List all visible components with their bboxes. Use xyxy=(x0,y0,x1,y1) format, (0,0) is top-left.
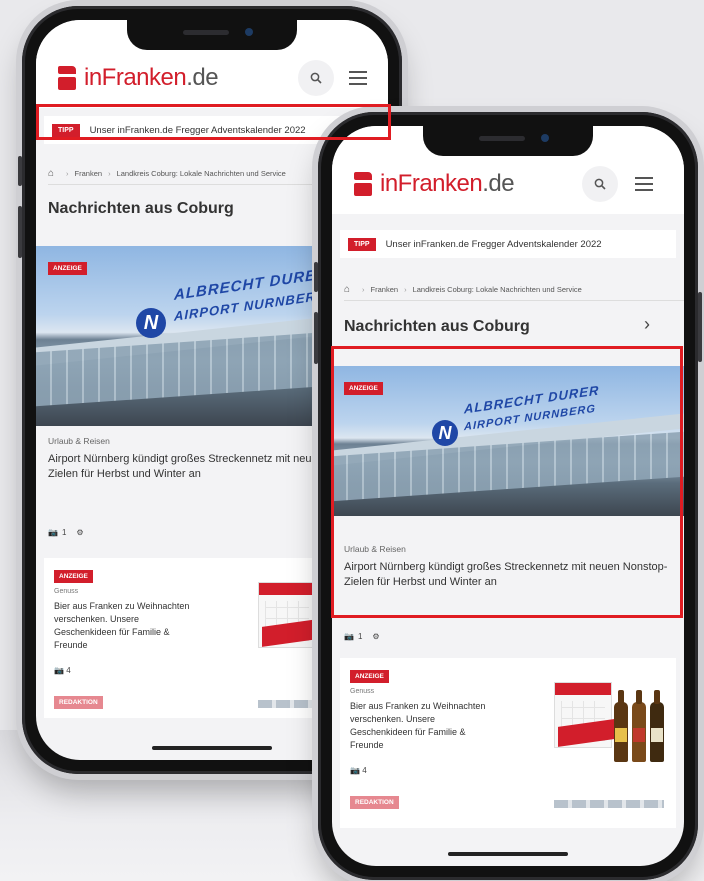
paywall-icon: ⚙ xyxy=(372,632,380,641)
photo-count: 4 xyxy=(362,766,367,775)
phone-left-button xyxy=(18,206,22,258)
search-button[interactable] xyxy=(582,166,618,202)
search-icon xyxy=(594,178,606,190)
phone-right-button xyxy=(314,262,318,292)
promo-image[interactable] xyxy=(550,668,668,768)
airport-logo: N xyxy=(136,308,166,338)
promo-title[interactable]: Bier aus Franken zu Weihnachten verschen… xyxy=(350,700,500,752)
promo-meta: 📷 4 xyxy=(54,666,71,675)
editorial-badge: REDAKTION xyxy=(350,796,399,809)
search-icon xyxy=(310,72,322,84)
article-meta: 📷 1 ⚙ xyxy=(344,632,380,641)
editorial-badge: REDAKTION xyxy=(54,696,103,709)
camera-icon: 📷 xyxy=(48,528,58,537)
logo-mark-icon xyxy=(354,172,374,196)
promo-card[interactable]: ANZEIGE Genuss Bier aus Franken zu Weihn… xyxy=(340,658,676,828)
search-button[interactable] xyxy=(298,60,334,96)
home-indicator xyxy=(448,852,568,856)
camera-icon: 📷 xyxy=(350,766,360,775)
phone-right-power-button xyxy=(698,292,702,362)
phone-left-button xyxy=(18,156,22,186)
menu-button[interactable] xyxy=(340,60,376,96)
logo-text: inFranken.de xyxy=(84,64,219,91)
menu-button[interactable] xyxy=(626,166,662,202)
promo-title[interactable]: Bier aus Franken zu Weihnachten verschen… xyxy=(54,600,204,652)
breadcrumb: ⌂ › Franken › Landkreis Coburg: Lokale N… xyxy=(344,278,684,301)
site-logo[interactable]: inFranken.de xyxy=(354,170,515,198)
home-icon[interactable]: ⌂ xyxy=(48,168,54,179)
promo-ad-badge: ANZEIGE xyxy=(350,670,389,683)
home-icon[interactable]: ⌂ xyxy=(344,284,350,295)
ad-badge: ANZEIGE xyxy=(48,262,87,275)
section-title[interactable]: Nachrichten aus Coburg xyxy=(344,318,530,336)
logo-mark-icon xyxy=(58,66,78,90)
photo-count: 1 xyxy=(357,632,363,641)
phone-left-notch xyxy=(127,20,297,50)
highlight-hero-article xyxy=(331,346,683,618)
photo-count: 1 xyxy=(61,528,67,537)
breadcrumb-item[interactable]: Franken xyxy=(75,169,103,178)
phone-right-button xyxy=(314,312,318,364)
article-kicker: Urlaub & Reisen xyxy=(48,436,110,446)
logo-text: inFranken.de xyxy=(380,170,515,197)
promo-kicker: Genuss xyxy=(350,688,375,695)
hamburger-menu-icon xyxy=(349,71,367,85)
site-logo[interactable]: inFranken.de xyxy=(58,64,219,92)
phone-right-notch xyxy=(423,126,593,156)
breadcrumb-item[interactable]: Landkreis Coburg: Lokale Nachrichten und… xyxy=(117,169,286,178)
section-title[interactable]: Nachrichten aus Coburg xyxy=(48,200,234,218)
breadcrumb-item[interactable]: Landkreis Coburg: Lokale Nachrichten und… xyxy=(413,285,582,294)
breadcrumb-item[interactable]: Franken xyxy=(371,285,399,294)
chevron-right-icon[interactable]: › xyxy=(644,314,650,335)
promo-thumb-strip xyxy=(554,800,664,808)
highlight-tip-banner xyxy=(36,104,391,140)
tip-text: Unser inFranken.de Fregger Adventskalend… xyxy=(385,238,602,250)
camera-icon: 📷 xyxy=(344,632,354,641)
hamburger-menu-icon xyxy=(635,177,653,191)
article-meta: 📷 1 ⚙ xyxy=(48,528,84,537)
photo-count: 4 xyxy=(66,666,71,675)
home-indicator xyxy=(152,746,272,750)
paywall-icon: ⚙ xyxy=(76,528,84,537)
tip-badge: TIPP xyxy=(348,237,376,251)
camera-icon: 📷 xyxy=(54,666,64,675)
promo-kicker: Genuss xyxy=(54,588,79,595)
promo-meta: 📷 4 xyxy=(350,766,367,775)
promo-ad-badge: ANZEIGE xyxy=(54,570,93,583)
tip-banner[interactable]: TIPP Unser inFranken.de Fregger Adventsk… xyxy=(340,230,676,258)
